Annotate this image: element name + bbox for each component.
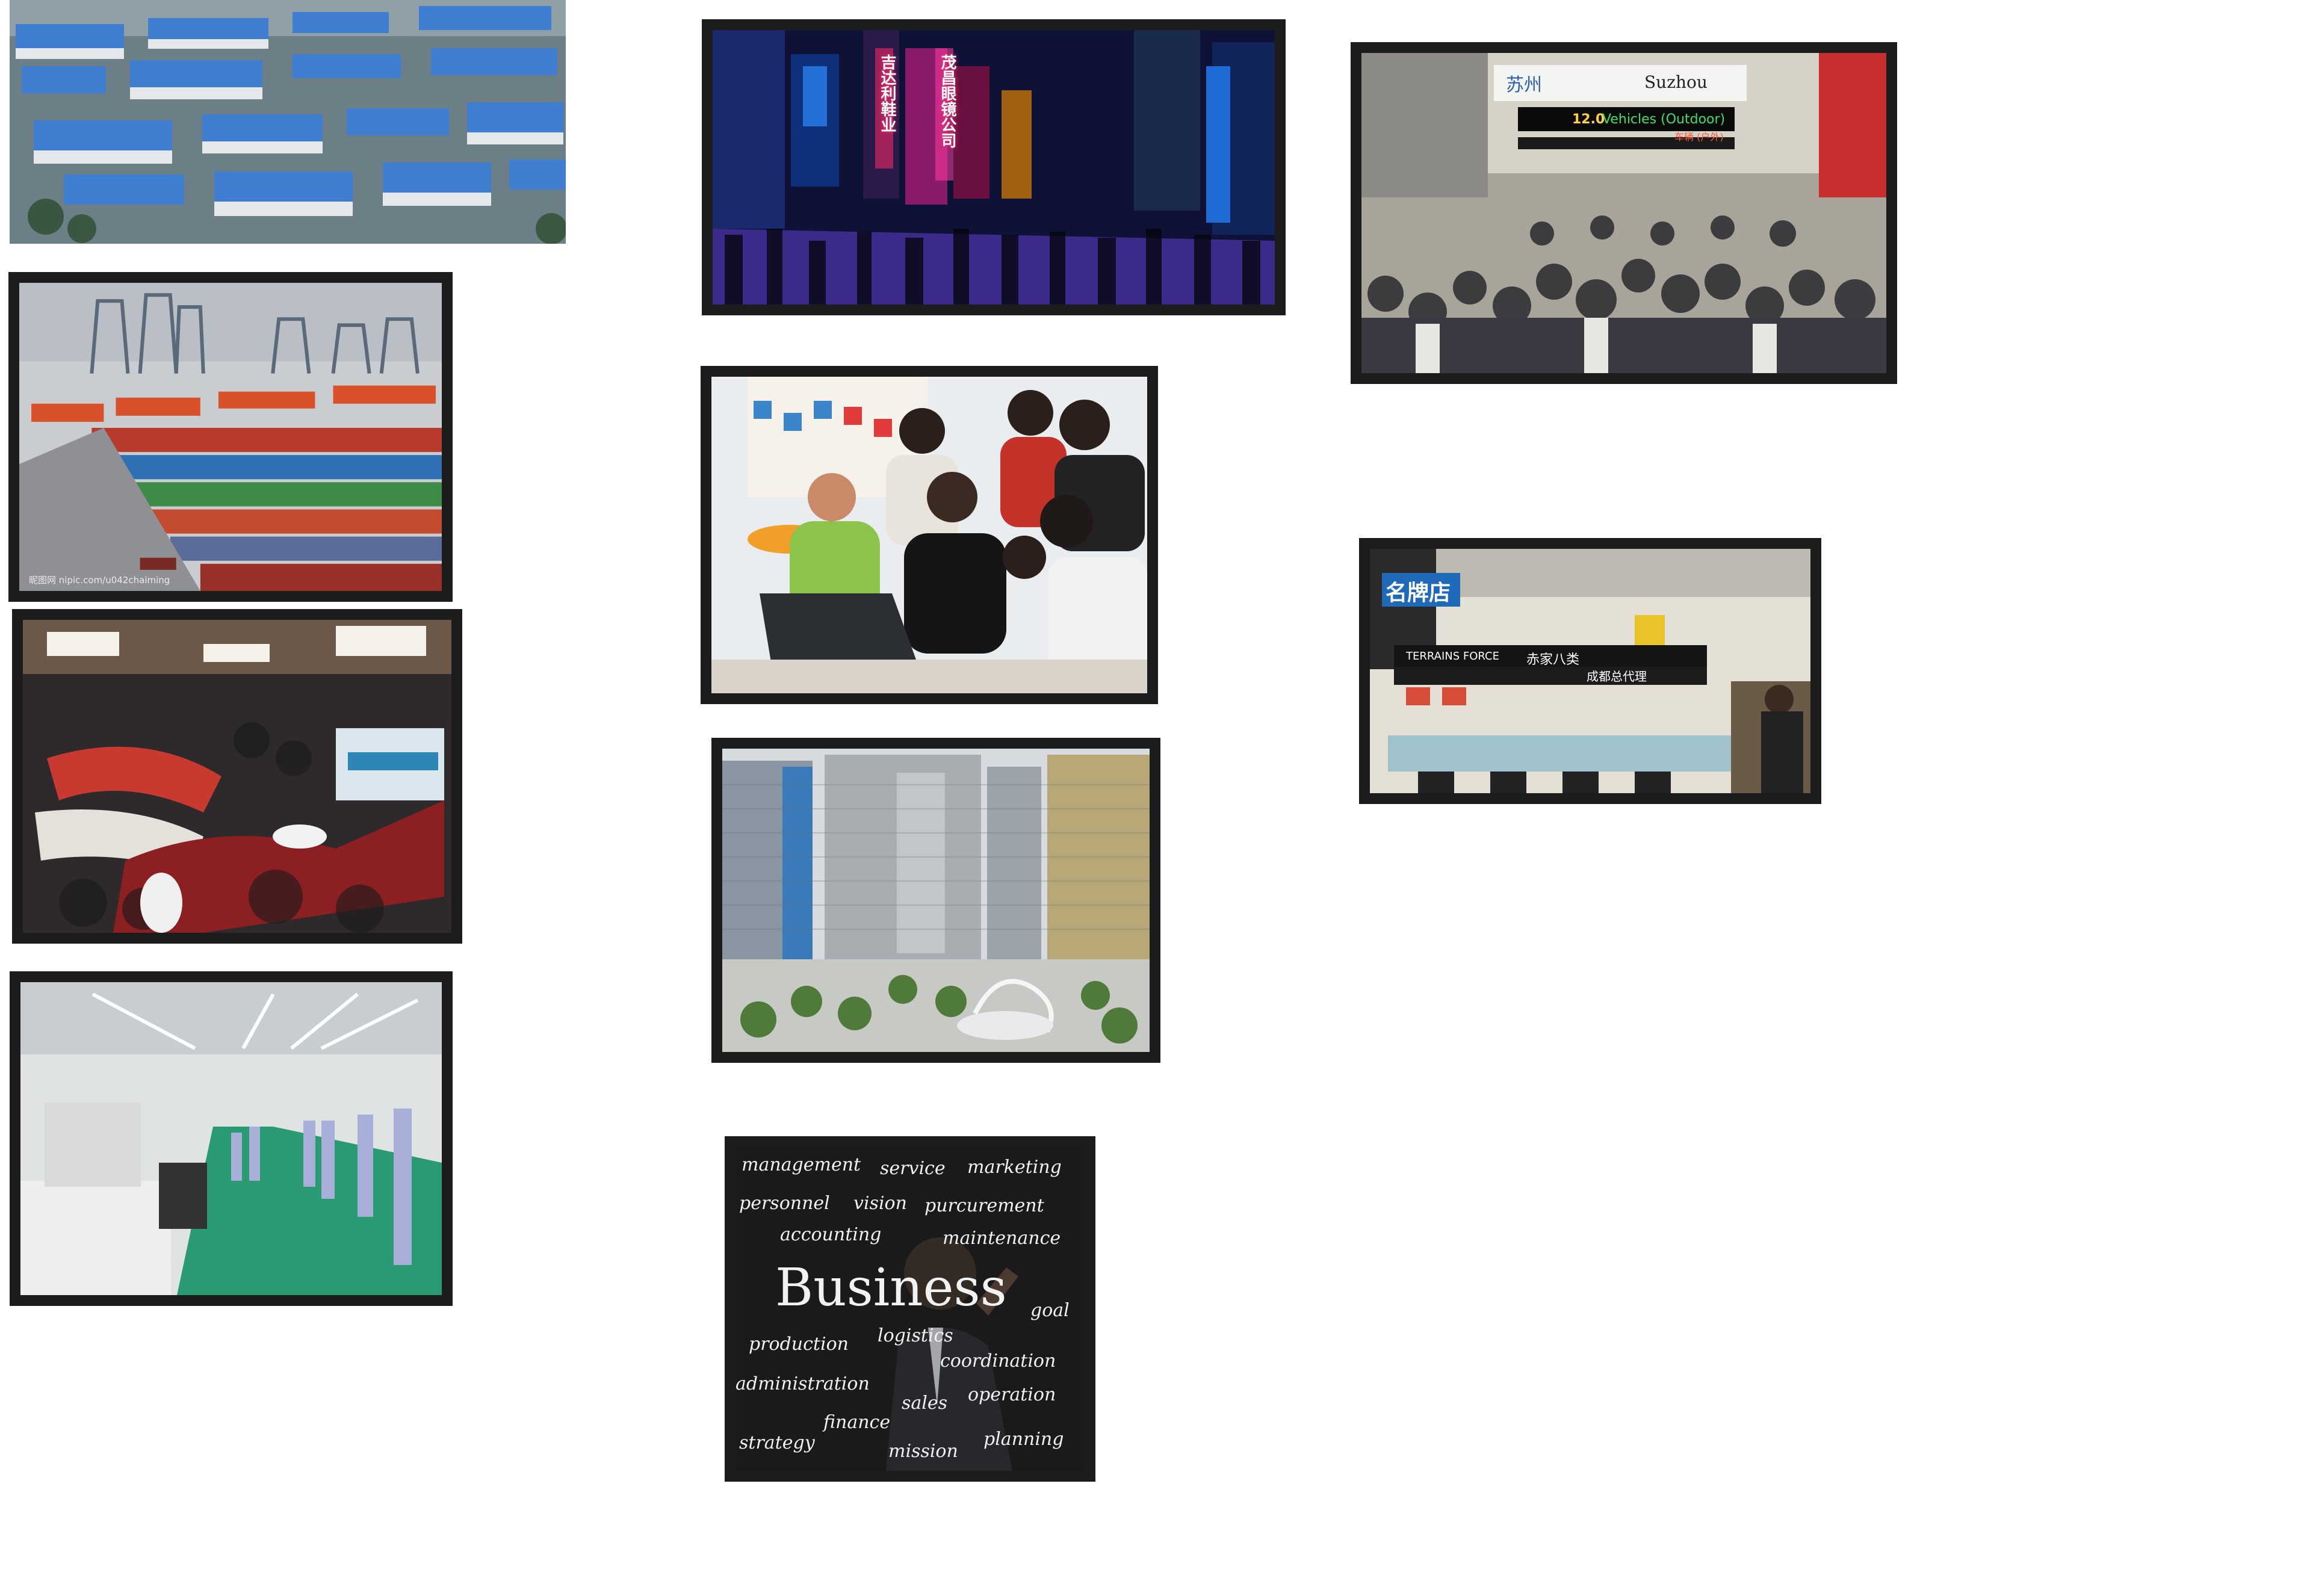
photo-business-chalkboard: management service marketing personnel v… bbox=[725, 1136, 1095, 1482]
photo-trade-fair-crowd: 苏州 Suzhou 12.0 Vehicles (Outdoor) 车辆 (户外… bbox=[1351, 42, 1897, 384]
word-logistics: logistics bbox=[878, 1325, 953, 1346]
word-production: production bbox=[749, 1334, 849, 1355]
word-maintenance: maintenance bbox=[943, 1228, 1061, 1249]
word-accounting: accounting bbox=[780, 1224, 882, 1245]
word-service: service bbox=[880, 1158, 946, 1179]
mall-strip-cn-2: 成都总代理 bbox=[1587, 669, 1647, 684]
word-purcurement: purcurement bbox=[924, 1195, 1044, 1216]
neon-sign-1: 吉达利鞋业 bbox=[878, 54, 896, 132]
factory-floor-image bbox=[20, 982, 442, 1295]
photo-business-meeting bbox=[701, 366, 1158, 704]
word-operation: operation bbox=[968, 1384, 1056, 1405]
word-coordination: coordination bbox=[940, 1350, 1056, 1372]
photo-office-towers bbox=[711, 738, 1160, 1063]
photo-factory-floor bbox=[10, 971, 453, 1306]
container-port-image bbox=[19, 283, 442, 591]
word-strategy: strategy bbox=[739, 1432, 815, 1453]
trade-fair-crowd-image bbox=[1361, 53, 1886, 373]
word-planning: planning bbox=[983, 1429, 1064, 1450]
mall-brand-left: 名牌店 bbox=[1386, 581, 1451, 605]
trade-fair-hall-label-cn: 车辆 (户外) bbox=[1674, 131, 1724, 143]
word-sales: sales bbox=[902, 1393, 948, 1414]
trade-fair-hall-label: Vehicles (Outdoor) bbox=[1602, 112, 1726, 127]
photo-industrial-park bbox=[10, 0, 566, 244]
word-business: Business bbox=[775, 1258, 1007, 1318]
word-goal: goal bbox=[1030, 1300, 1070, 1321]
business-meeting-image bbox=[711, 377, 1147, 693]
photo-container-port: 昵图网 nipic.com/u042chaiming bbox=[8, 272, 453, 602]
exhibition-hall-image bbox=[23, 620, 451, 933]
word-vision: vision bbox=[853, 1193, 907, 1214]
nanjing-road-image bbox=[713, 30, 1275, 305]
word-management: management bbox=[742, 1154, 861, 1175]
word-administration: administration bbox=[735, 1373, 870, 1394]
trade-fair-hall: 12.0 bbox=[1572, 112, 1605, 127]
neon-sign-2: 茂昌眼镜公司 bbox=[938, 54, 956, 148]
word-finance: finance bbox=[823, 1412, 891, 1433]
photo-exhibition-hall bbox=[12, 609, 462, 944]
container-port-watermark: 昵图网 nipic.com/u042chaiming bbox=[29, 575, 170, 586]
chalkboard: management service marketing personnel v… bbox=[735, 1147, 1085, 1471]
trade-fair-city-en: Suzhou bbox=[1644, 72, 1708, 92]
photo-electronics-mall: 名牌店 TERRAINS FORCE 赤家八类 成都总代理 bbox=[1359, 538, 1821, 804]
industrial-park-image bbox=[10, 0, 566, 244]
mall-brand-strip: TERRAINS FORCE bbox=[1406, 650, 1499, 663]
word-marketing: marketing bbox=[967, 1157, 1062, 1178]
trade-fair-city-cn: 苏州 bbox=[1506, 75, 1542, 96]
word-personnel: personnel bbox=[739, 1193, 830, 1214]
mall-strip-cn-1: 赤家八类 bbox=[1526, 652, 1580, 667]
word-mission: mission bbox=[888, 1441, 958, 1462]
photo-nanjing-road: 吉达利鞋业 茂昌眼镜公司 bbox=[702, 19, 1286, 315]
office-towers-image bbox=[722, 749, 1150, 1052]
